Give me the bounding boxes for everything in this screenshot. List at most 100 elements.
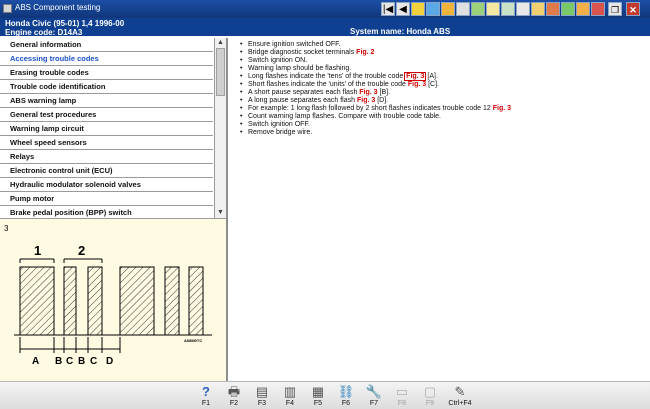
- app-icon: [3, 4, 12, 13]
- copy-pages-icon: ▤: [255, 384, 269, 399]
- figure-link[interactable]: Fig. 3: [404, 72, 427, 81]
- edit-disabled-icon: ▭: [395, 384, 409, 399]
- short-flash-bar: [164, 266, 180, 336]
- repair-icon[interactable]: [531, 2, 545, 16]
- short-flash-bar: [63, 266, 77, 336]
- f8-button[interactable]: ▭ F8: [390, 383, 414, 409]
- menu-item-pump-motor[interactable]: Pump motor: [0, 192, 213, 206]
- f7-button[interactable]: 🔧 F7: [362, 383, 386, 409]
- interval-label: A: [32, 356, 39, 367]
- pane-divider[interactable]: [226, 38, 228, 381]
- timing-icon[interactable]: [561, 2, 575, 16]
- instructions-panel: Ensure ignition switched OFF. Bridge dia…: [236, 41, 642, 201]
- short-flash-bar: [87, 266, 103, 336]
- calculator-icon: ▦: [311, 384, 325, 399]
- instruction-step: Warning lamp should be flashing.: [236, 65, 642, 73]
- print-icon: 🖶: [227, 384, 241, 399]
- figure-link[interactable]: Fig. 2: [356, 49, 374, 56]
- figure-link[interactable]: Fig. 3: [493, 105, 511, 112]
- menu-item-erasing-trouble-codes[interactable]: Erasing trouble codes: [0, 66, 213, 80]
- group-label-tens: 1: [34, 243, 41, 258]
- interval-label: B: [78, 356, 85, 367]
- info-header: Honda Civic (95-01) 1,4 1996-00 Engine c…: [0, 18, 650, 37]
- figure-panel: 3 1 2 A B C B C D A08M0TC: [0, 218, 226, 381]
- menu-item-ecu[interactable]: Electronic control unit (ECU): [0, 164, 213, 178]
- restore-icon[interactable]: ❐: [608, 2, 622, 16]
- instruction-step: Switch ignition OFF.: [236, 121, 642, 129]
- interval-label: D: [106, 356, 113, 367]
- service-icon[interactable]: [576, 2, 590, 16]
- interval-label: C: [66, 356, 73, 367]
- component-location-icon[interactable]: [441, 2, 455, 16]
- instruction-step: A long pause separates each flash Fig. 3…: [236, 97, 642, 105]
- help-icon: ?: [202, 384, 210, 399]
- close-icon[interactable]: ✕: [626, 2, 640, 16]
- scroll-thumb[interactable]: [216, 48, 225, 96]
- function-key-bar: ? F1 🖶 F2 ▤ F3 ▥ F4 ▦ F5 ⛓ F6 🔧 F7 ▭ F8 …: [0, 381, 650, 409]
- instruction-step: Switch ignition ON.: [236, 57, 642, 65]
- window-title-bar: ABS Component testing |◀ ◀ ❐ ✕: [0, 0, 650, 18]
- instruction-step: Short flashes indicate the 'units' of th…: [236, 81, 642, 89]
- vehicle-description: Honda Civic (95-01) 1,4 1996-00: [5, 19, 125, 28]
- interval-label: B: [55, 356, 62, 367]
- instruction-step: For example: 1 long flash followed by 2 …: [236, 105, 642, 113]
- menu-item-trouble-code-identification[interactable]: Trouble code identification: [0, 80, 213, 94]
- menu-item-bpp-switch[interactable]: Brake pedal position (BPP) switch: [0, 206, 213, 218]
- scroll-down-icon[interactable]: ▼: [215, 208, 226, 218]
- nav-first-button[interactable]: |◀: [381, 2, 395, 16]
- instruction-step: Bridge diagnostic socket terminals Fig. …: [236, 49, 642, 57]
- multi-page-icon: ▥: [283, 384, 297, 399]
- schematic-icon[interactable]: [471, 2, 485, 16]
- flash-code-diagram: 3 1 2 A B C B C D A08M0TC: [4, 224, 212, 367]
- data-icon[interactable]: [456, 2, 470, 16]
- system-name: System name: Honda ABS: [350, 27, 451, 36]
- menu-scrollbar[interactable]: ▲ ▼: [214, 38, 226, 218]
- blank-doc-icon[interactable]: [516, 2, 530, 16]
- figure-link[interactable]: Fig. 3: [357, 97, 375, 104]
- vehicle-icon[interactable]: [426, 2, 440, 16]
- instruction-step: Ensure ignition switched OFF.: [236, 41, 642, 49]
- f2-print-button[interactable]: 🖶 F2: [222, 383, 246, 409]
- component-icon: ⛓: [337, 384, 355, 399]
- instruction-step: Count warning lamp flashes. Compare with…: [236, 113, 642, 121]
- long-flash-bar: [19, 266, 55, 336]
- group-label-units: 2: [78, 243, 85, 258]
- instruction-step: Long flashes indicate the 'tens' of the …: [236, 72, 642, 81]
- tools-icon: 🔧: [365, 384, 383, 399]
- notes-icon: ✎: [454, 384, 466, 399]
- menu-item-general-test-procedures[interactable]: General test procedures: [0, 108, 213, 122]
- instruction-step: A short pause separates each flash Fig. …: [236, 89, 642, 97]
- f9-button[interactable]: ▢ F9: [418, 383, 442, 409]
- ctrl-f4-button[interactable]: ✎ Ctrl+F4: [444, 383, 476, 409]
- engine-code: Engine code: D14A3: [5, 28, 83, 37]
- f3-button[interactable]: ▤ F3: [250, 383, 274, 409]
- f4-button[interactable]: ▥ F4: [278, 383, 302, 409]
- figure-link[interactable]: Fig. 3: [359, 89, 377, 96]
- short-flash-bar: [188, 266, 204, 336]
- interval-label: C: [90, 356, 97, 367]
- f6-button[interactable]: ⛓ F6: [334, 383, 358, 409]
- menu-item-accessing-trouble-codes[interactable]: Accessing trouble codes: [0, 52, 213, 66]
- checklist-icon[interactable]: [501, 2, 515, 16]
- instruction-step: Remove bridge wire.: [236, 129, 642, 137]
- warning-icon[interactable]: [411, 2, 425, 16]
- menu-item-hydraulic-modulator[interactable]: Hydraulic modulator solenoid valves: [0, 178, 213, 192]
- scroll-up-icon[interactable]: ▲: [215, 38, 226, 48]
- long-flash-bar: [119, 266, 155, 336]
- instruction-list: Ensure ignition switched OFF. Bridge dia…: [236, 41, 642, 137]
- f5-button[interactable]: ▦ F5: [306, 383, 330, 409]
- adjustment-icon[interactable]: [546, 2, 560, 16]
- fault-icon[interactable]: [591, 2, 605, 16]
- menu-item-wheel-speed-sensors[interactable]: Wheel speed sensors: [0, 136, 213, 150]
- menu-item-general-information[interactable]: General information: [0, 38, 213, 52]
- wiring-icon[interactable]: [486, 2, 500, 16]
- menu-item-warning-lamp-circuit[interactable]: Warning lamp circuit: [0, 122, 213, 136]
- menu-item-relays[interactable]: Relays: [0, 150, 213, 164]
- nav-prev-button[interactable]: ◀: [396, 2, 410, 16]
- window-title: ABS Component testing: [15, 3, 101, 12]
- topic-menu: General information Accessing trouble co…: [0, 38, 213, 218]
- f1-help-button[interactable]: ? F1: [194, 383, 218, 409]
- figure-link[interactable]: Fig. 3: [408, 81, 426, 88]
- clipboard-disabled-icon: ▢: [423, 384, 437, 399]
- menu-item-abs-warning-lamp[interactable]: ABS warning lamp: [0, 94, 213, 108]
